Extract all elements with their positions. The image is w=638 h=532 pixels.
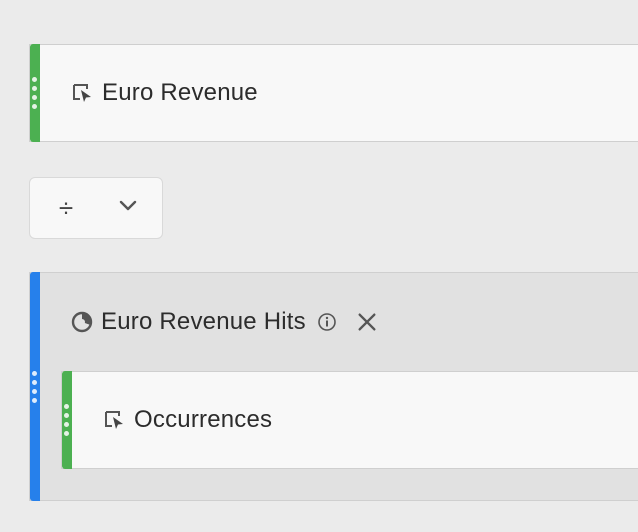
metric-label: Occurrences [134,406,273,433]
divide-icon: ÷ [58,192,74,223]
operator-selector[interactable]: ÷ [29,177,163,239]
segment-drag-handle[interactable] [30,272,40,501]
segment-container-euro-revenue-hits[interactable]: Euro Revenue Hits Occurrences [29,272,638,501]
divide-operator-button[interactable]: ÷ [52,192,80,223]
metric-label: Euro Revenue [102,79,258,106]
inner-drag-handle[interactable] [62,371,72,469]
segment-label: Euro Revenue Hits [101,308,306,335]
chevron-down-icon [118,196,138,221]
metric-card-euro-revenue[interactable]: Euro Revenue [29,44,638,142]
info-icon[interactable] [316,311,338,333]
metric-icon [72,82,94,104]
drag-handle[interactable] [30,44,40,142]
operator-dropdown-button[interactable] [114,194,142,222]
segment-icon [71,311,93,333]
close-icon[interactable] [356,311,378,333]
metric-icon [104,409,126,431]
metric-card-occurrences[interactable]: Occurrences [61,371,638,469]
